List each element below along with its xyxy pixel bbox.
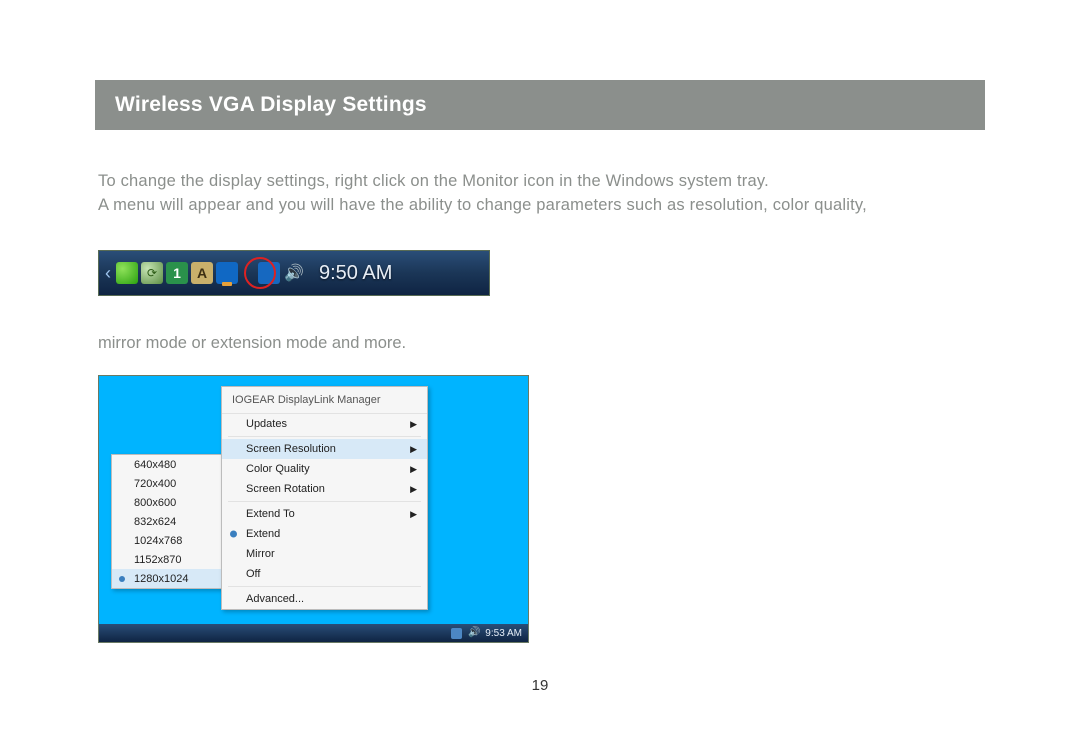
status-green-icon xyxy=(116,262,138,284)
network-icon xyxy=(258,262,280,284)
menu-label: Advanced... xyxy=(246,593,304,605)
resolution-option[interactable]: 1024x768 xyxy=(112,531,222,550)
page-number: 19 xyxy=(0,677,1080,694)
menu-label: Updates xyxy=(246,418,287,430)
resolution-option[interactable]: 720x400 xyxy=(112,474,222,493)
context-menu-screenshot: 640x480 720x400 800x600 832x624 1024x768… xyxy=(98,375,529,643)
chevron-right-icon: ▶ xyxy=(410,444,417,455)
menu-item-screen-resolution[interactable]: Screen Resolution ▶ xyxy=(222,439,427,459)
monitor-icon[interactable] xyxy=(216,262,238,284)
system-tray-screenshot: ‹ ⟳ 1 A 🔊 9:50 AM xyxy=(98,250,490,296)
menu-separator xyxy=(228,501,421,502)
menu-item-screen-rotation[interactable]: Screen Rotation ▶ xyxy=(222,479,427,499)
resolution-option-selected[interactable]: 1280x1024 xyxy=(112,569,222,588)
chevron-right-icon: ▶ xyxy=(410,419,417,430)
refresh-icon: ⟳ xyxy=(141,262,163,284)
mini-taskbar: 🔊 9:53 AM xyxy=(99,624,528,642)
volume-icon: 🔊 xyxy=(468,628,479,639)
menu-item-updates[interactable]: Updates ▶ xyxy=(222,414,427,434)
body-line-1: To change the display settings, right cl… xyxy=(98,172,769,190)
chevron-right-icon: ▶ xyxy=(410,509,417,520)
menu-item-color-quality[interactable]: Color Quality ▶ xyxy=(222,459,427,479)
menu-item-extend[interactable]: Extend xyxy=(222,524,427,544)
menu-label: Extend To xyxy=(246,508,295,520)
resolution-option[interactable]: 832x624 xyxy=(112,512,222,531)
menu-label: Off xyxy=(246,568,260,580)
section-title-bar: Wireless VGA Display Settings xyxy=(95,80,985,130)
resolution-option[interactable]: 800x600 xyxy=(112,493,222,512)
body-paragraph: To change the display settings, right cl… xyxy=(98,170,867,218)
section-title: Wireless VGA Display Settings xyxy=(115,93,427,117)
menu-label: Extend xyxy=(246,528,280,540)
menu-item-mirror[interactable]: Mirror xyxy=(222,544,427,564)
chevron-right-icon: ▶ xyxy=(410,484,417,495)
letter-a-icon: A xyxy=(191,262,213,284)
menu-label: Color Quality xyxy=(246,463,310,475)
resolution-submenu: 640x480 720x400 800x600 832x624 1024x768… xyxy=(111,454,223,589)
resolution-option[interactable]: 1152x870 xyxy=(112,550,222,569)
body-line-2: A menu will appear and you will have the… xyxy=(98,196,867,214)
menu-label: Screen Resolution xyxy=(246,443,336,455)
menu-label: Screen Rotation xyxy=(246,483,325,495)
menu-item-extend-to[interactable]: Extend To ▶ xyxy=(222,504,427,524)
menu-label: Mirror xyxy=(246,548,275,560)
volume-icon: 🔊 xyxy=(283,262,305,284)
context-menu: IOGEAR DisplayLink Manager Updates ▶ Scr… xyxy=(221,386,428,610)
resolution-option[interactable]: 640x480 xyxy=(112,455,222,474)
tray-clock: 9:50 AM xyxy=(319,262,392,285)
chevron-right-icon: ▶ xyxy=(410,464,417,475)
network-icon xyxy=(451,628,462,639)
taskbar-clock: 9:53 AM xyxy=(485,628,522,639)
number-one-icon: 1 xyxy=(166,262,188,284)
document-page: Wireless VGA Display Settings To change … xyxy=(0,0,1080,752)
menu-separator xyxy=(228,586,421,587)
menu-item-advanced[interactable]: Advanced... xyxy=(222,589,427,609)
continuation-line: mirror mode or extension mode and more. xyxy=(98,334,406,353)
chevron-left-icon: ‹ xyxy=(105,263,111,284)
menu-item-off[interactable]: Off xyxy=(222,564,427,584)
menu-header: IOGEAR DisplayLink Manager xyxy=(222,387,427,414)
tray-icons-row: ‹ ⟳ 1 A 🔊 xyxy=(99,262,305,284)
menu-separator xyxy=(228,436,421,437)
